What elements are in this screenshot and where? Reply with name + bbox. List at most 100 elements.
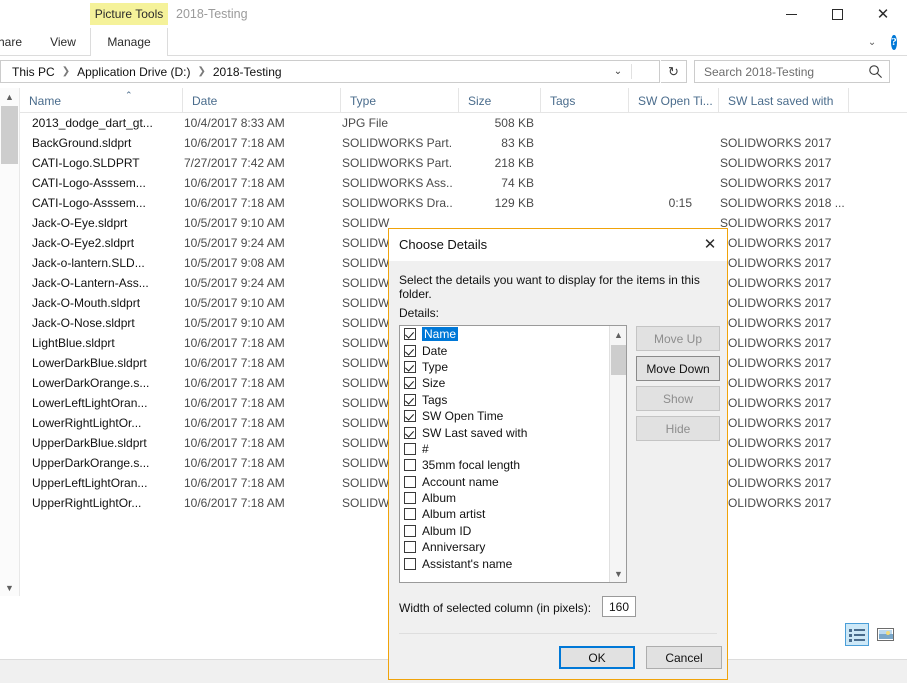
- file-date-label: 10/6/2017 7:18 AM: [184, 416, 285, 430]
- checkbox-checked-icon[interactable]: [404, 377, 416, 390]
- scrollbar-thumb[interactable]: [611, 345, 626, 375]
- file-row[interactable]: CATI-Logo.SLDPRT 7/27/2017 7:42 AM SOLIDWO…: [20, 153, 907, 173]
- file-sw-last-saved-cell: SOLIDWORKS 2017: [720, 413, 890, 433]
- detail-list-item[interactable]: #: [400, 441, 610, 457]
- file-sw-last-saved-label: SOLIDWORKS 2017: [720, 136, 832, 150]
- scroll-down-icon[interactable]: ▼: [610, 565, 626, 582]
- detail-list-item[interactable]: Tags: [400, 392, 610, 408]
- checkbox-checked-icon[interactable]: [404, 410, 416, 423]
- detail-list-item[interactable]: Album artist: [400, 506, 610, 522]
- show-button[interactable]: Show: [636, 386, 720, 411]
- checkbox-checked-icon[interactable]: [404, 426, 416, 439]
- checkbox-unchecked-icon[interactable]: [404, 459, 416, 472]
- column-header-tags[interactable]: Tags: [540, 88, 626, 113]
- cancel-button[interactable]: Cancel: [646, 646, 722, 669]
- cancel-label: Cancel: [665, 650, 703, 665]
- column-header-sw-last-saved-with[interactable]: SW Last saved with: [718, 88, 846, 113]
- maximize-button[interactable]: [814, 0, 860, 28]
- view-details-button[interactable]: [845, 623, 869, 646]
- detail-list-item[interactable]: Album: [400, 490, 610, 506]
- scrollbar-thumb[interactable]: [1, 106, 18, 164]
- file-date-cell: 10/4/2017 8:33 AM: [184, 113, 334, 133]
- scroll-down-icon[interactable]: ▼: [0, 579, 19, 596]
- search-box[interactable]: [694, 60, 890, 83]
- detail-list-item-label: Size: [422, 376, 446, 391]
- minimize-button[interactable]: [768, 0, 814, 28]
- checkbox-unchecked-icon[interactable]: [404, 442, 416, 455]
- dialog-close-button[interactable]: ✕: [693, 229, 727, 259]
- checkbox-unchecked-icon[interactable]: [404, 541, 416, 554]
- ok-button[interactable]: OK: [559, 646, 635, 669]
- move-up-button[interactable]: Move Up: [636, 326, 720, 351]
- search-input[interactable]: [702, 63, 862, 80]
- column-width-input[interactable]: [602, 596, 636, 617]
- ribbon-collapse-button[interactable]: ⌄: [862, 28, 882, 56]
- help-button[interactable]: ?: [884, 28, 904, 56]
- file-sw-open-time-cell: 0:15: [634, 193, 702, 213]
- detail-list-item[interactable]: SW Last saved with: [400, 424, 610, 440]
- breadcrumb-application-drive[interactable]: Application Drive (D:): [75, 64, 192, 80]
- detail-list-item[interactable]: Account name: [400, 474, 610, 490]
- checkbox-unchecked-icon[interactable]: [404, 524, 416, 537]
- file-row[interactable]: CATI-Logo-Asssem... 10/6/2017 7:18 AM SOLI…: [20, 173, 907, 193]
- detail-list-item[interactable]: Type: [400, 359, 610, 375]
- tab-manage[interactable]: Manage: [90, 28, 168, 56]
- detail-list-item-label: Date: [422, 343, 448, 358]
- scroll-up-icon[interactable]: ▲: [0, 88, 19, 105]
- column-header-name[interactable]: Name ⌃: [20, 88, 164, 113]
- breadcrumb-2018-testing[interactable]: 2018-Testing: [211, 64, 284, 80]
- file-row[interactable]: CATI-Logo-Asssem... 10/6/2017 7:18 AM SOLI…: [20, 193, 907, 213]
- tab-share[interactable]: hare: [0, 28, 36, 56]
- file-name-label: CATI-Logo-Asssem...: [32, 176, 146, 190]
- detail-list-item[interactable]: Date: [400, 342, 610, 358]
- column-header-size[interactable]: Size: [458, 88, 536, 113]
- address-dropdown-button[interactable]: ⌄: [605, 61, 631, 82]
- file-name-label: UpperDarkOrange.s...: [32, 456, 150, 470]
- file-sw-last-saved-label: SOLIDWORKS 2017: [720, 376, 832, 390]
- checkbox-unchecked-icon[interactable]: [404, 557, 416, 570]
- detail-list-item[interactable]: Name: [400, 326, 610, 342]
- file-row[interactable]: 2013_dodge_dart_gt... 10/4/2017 8:33 AM JP…: [20, 113, 907, 133]
- move-down-button[interactable]: Move Down: [636, 356, 720, 381]
- detail-list-item[interactable]: Assistant's name: [400, 555, 610, 571]
- detail-list-item[interactable]: Size: [400, 375, 610, 391]
- column-header-sw-open-time[interactable]: SW Open Ti...: [628, 88, 716, 113]
- column-header-date[interactable]: Date: [182, 88, 340, 113]
- detail-list-item[interactable]: Album ID: [400, 523, 610, 539]
- view-large-icons-button[interactable]: [873, 623, 897, 646]
- checkbox-checked-icon[interactable]: [404, 360, 416, 373]
- close-icon: ✕: [876, 4, 890, 23]
- details-listbox[interactable]: Name Date Type Size Tags SW Open Time SW Last …: [399, 325, 627, 583]
- address-path-box[interactable]: This PC ❯ Application Drive (D:) ❯ 2018-…: [0, 60, 660, 83]
- details-listbox-scrollbar[interactable]: ▲ ▼: [609, 326, 626, 582]
- tab-view[interactable]: View: [40, 28, 86, 56]
- detail-list-item[interactable]: 35mm focal length: [400, 457, 610, 473]
- file-tags-cell: [546, 193, 632, 213]
- file-type-cell: SOLIDWORKS Dra...: [342, 193, 452, 213]
- checkbox-checked-icon[interactable]: [404, 328, 416, 341]
- contextual-tab-picture-tools[interactable]: Picture Tools: [90, 3, 168, 25]
- file-date-cell: 10/6/2017 7:18 AM: [184, 173, 334, 193]
- checkbox-unchecked-icon[interactable]: [404, 475, 416, 488]
- close-button[interactable]: ✕: [860, 0, 906, 28]
- file-name-label: UpperRightLightOr...: [32, 496, 142, 510]
- checkbox-unchecked-icon[interactable]: [404, 492, 416, 505]
- detail-list-item[interactable]: SW Open Time: [400, 408, 610, 424]
- hide-button[interactable]: Hide: [636, 416, 720, 441]
- navigation-pane-scrollbar[interactable]: ▲ ▼: [0, 88, 19, 596]
- column-header-type[interactable]: Type: [340, 88, 450, 113]
- checkbox-checked-icon[interactable]: [404, 393, 416, 406]
- file-row[interactable]: BackGround.sldprt 10/6/2017 7:18 AM SOLIDW…: [20, 133, 907, 153]
- details-view-icon: [849, 628, 865, 642]
- checkbox-unchecked-icon[interactable]: [404, 508, 416, 521]
- breadcrumb-this-pc[interactable]: This PC: [10, 64, 57, 80]
- scroll-up-icon[interactable]: ▲: [610, 326, 626, 343]
- column-header-spacer[interactable]: [848, 88, 907, 113]
- detail-list-item-label: #: [422, 441, 429, 456]
- file-name-cell: BackGround.sldprt: [32, 133, 180, 153]
- checkbox-checked-icon[interactable]: [404, 344, 416, 357]
- file-name-cell: UpperRightLightOr...: [32, 493, 180, 513]
- detail-list-item[interactable]: Anniversary: [400, 539, 610, 555]
- refresh-button[interactable]: ↻: [661, 60, 687, 83]
- column-header-sw-open-time-label: SW Open Ti...: [638, 93, 713, 108]
